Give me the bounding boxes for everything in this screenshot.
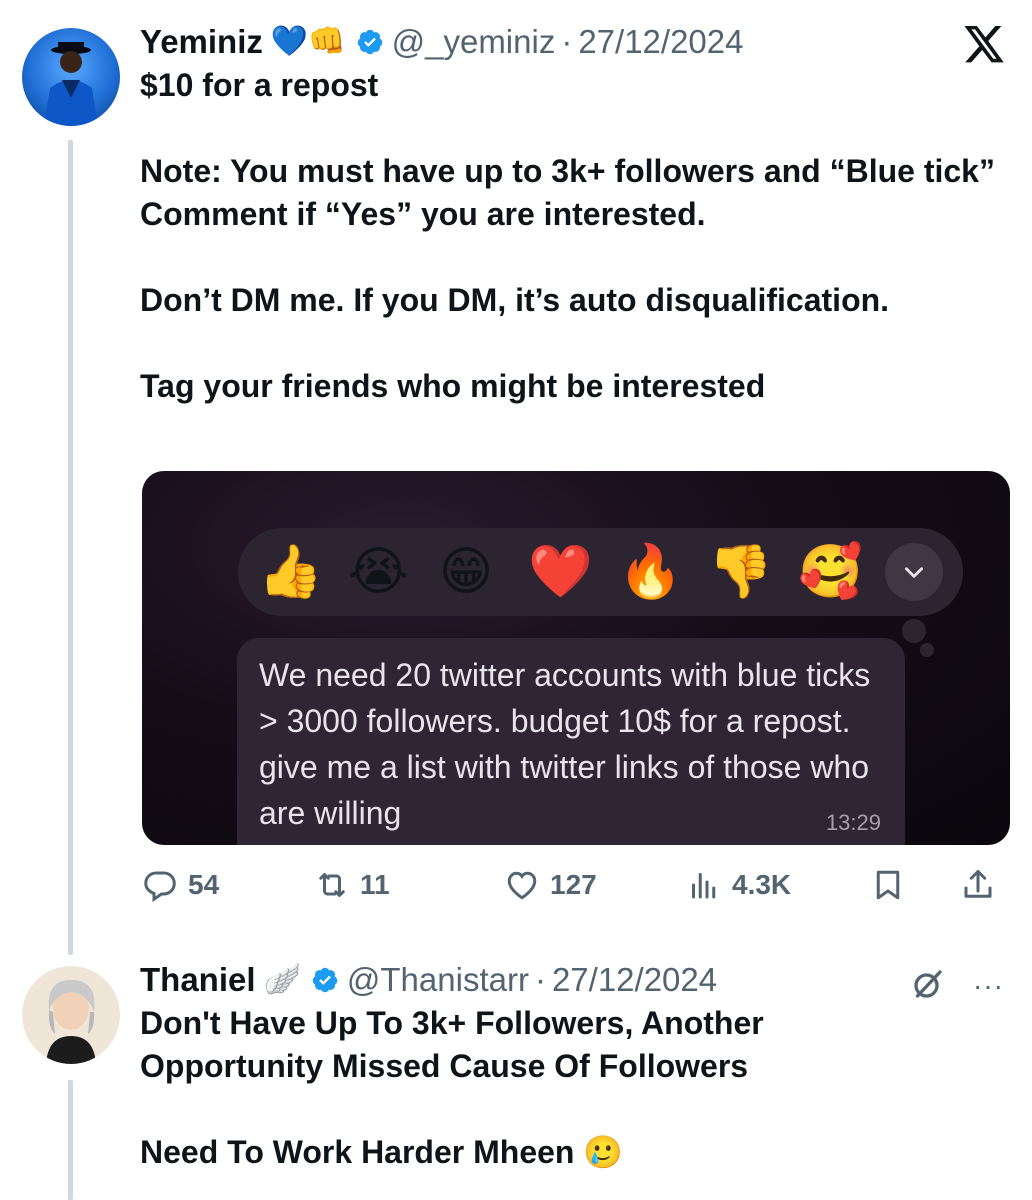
bookmark-icon: [876, 870, 900, 900]
smiling-hearts-emoji: 🥰: [798, 543, 863, 601]
user-handle[interactable]: @Thanistarr: [347, 960, 529, 1000]
x-logo-icon: [964, 26, 1004, 63]
fire-emoji: 🔥: [618, 543, 683, 601]
like-button[interactable]: 127: [504, 867, 597, 903]
repost-icon: [319, 873, 345, 897]
heart-emoji: ❤️: [528, 543, 593, 601]
tweet-media-image[interactable]: 👍 😭 😁 ❤️ 🔥 👎 🥰 We need 20 twitter accoun…: [142, 471, 1010, 845]
tweet-line: Don’t DM me. If you DM, it’s auto disqua…: [140, 282, 890, 318]
repost-count: 11: [360, 869, 390, 900]
tweet-line: Comment if “Yes” you are interested.: [140, 196, 706, 232]
tweet-reply[interactable]: Thaniel 🪽 @Thanistarr · 27/12/2024 Don't…: [140, 960, 1012, 1174]
chat-message-time: 13:29: [825, 810, 881, 835]
tweet-date[interactable]: 27/12/2024: [578, 22, 743, 62]
reply-count: 54: [188, 869, 220, 900]
tweet-line: $10 for a repost: [140, 67, 379, 103]
more-options-icon[interactable]: ···: [973, 970, 1004, 1002]
avatar[interactable]: [22, 28, 120, 126]
crying-emoji: 😭: [348, 543, 409, 601]
bubble-dot: [902, 619, 926, 643]
thumbs-down-emoji: 👎: [708, 543, 773, 601]
avatar-figure: [46, 980, 96, 1064]
reply-icon: [144, 871, 176, 903]
views-button[interactable]: 4.3K: [686, 867, 791, 903]
tweet-body: $10 for a repost Note: You must have up …: [140, 64, 1012, 408]
separator-dot: ·: [534, 961, 546, 998]
chat-message-bubble: We need 20 twitter accounts with blue ti…: [237, 638, 905, 845]
bubble-dot: [920, 643, 934, 657]
thread-connector: [68, 140, 73, 955]
tweet-date[interactable]: 27/12/2024: [552, 960, 717, 1000]
views-icon: [692, 873, 716, 899]
views-count: 4.3K: [732, 869, 792, 900]
tweet-line: [140, 1088, 860, 1131]
tweet-line: [140, 322, 1012, 365]
like-count: 127: [550, 869, 597, 900]
tweet-line: Need To Work Harder Mheen 🥲: [140, 1134, 624, 1170]
tweet-line: Don't Have Up To 3k+ Followers, Another …: [140, 1005, 764, 1084]
tweet-header: Thaniel 🪽 @Thanistarr · 27/12/2024: [140, 960, 1012, 1000]
reply-button[interactable]: 54: [142, 867, 219, 903]
avatar-figure: [44, 42, 98, 126]
verified-badge-icon: [357, 29, 382, 55]
display-name[interactable]: Yeminiz: [140, 22, 263, 62]
name-emoji: 💙👊: [270, 25, 346, 58]
share-icon: [964, 870, 992, 898]
heart-icon: [507, 871, 537, 900]
tweet-line: Tag your friends who might be interested: [140, 368, 766, 404]
reaction-bar: 👍 😭 😁 ❤️ 🔥 👎 🥰: [238, 528, 963, 616]
tweet-main[interactable]: Yeminiz 💙👊 @_yeminiz · 27/12/2024 $10 fo…: [140, 22, 1012, 408]
tweet-body: Don't Have Up To 3k+ Followers, Another …: [140, 1002, 860, 1174]
separator-dot: ·: [561, 23, 573, 60]
share-button[interactable]: [960, 867, 1006, 903]
verified-badge-icon: [312, 967, 338, 993]
display-name[interactable]: Thaniel: [140, 960, 256, 1000]
user-handle[interactable]: @_yeminiz: [392, 22, 556, 62]
tweet-header: Yeminiz 💙👊 @_yeminiz · 27/12/2024: [140, 22, 1012, 62]
tweet-line: Note: You must have up to 3k+ followers …: [140, 153, 995, 189]
avatar[interactable]: [22, 966, 120, 1064]
name-emoji: 🪽: [263, 963, 301, 996]
repost-button[interactable]: 11: [314, 867, 390, 903]
thumbs-up-emoji: 👍: [258, 543, 323, 601]
grin-emoji: 😁: [438, 543, 494, 601]
tweet-line: [140, 107, 1012, 150]
tweet-actions: 54 11 127 4.3K: [142, 862, 1010, 908]
thread-connector: [68, 1080, 73, 1200]
bookmark-button[interactable]: [870, 867, 916, 903]
tweet-line: [140, 236, 1012, 279]
chevron-down-icon: [885, 543, 943, 601]
chat-message-text: We need 20 twitter accounts with blue ti…: [259, 657, 871, 831]
grok-icon[interactable]: [910, 966, 946, 1002]
